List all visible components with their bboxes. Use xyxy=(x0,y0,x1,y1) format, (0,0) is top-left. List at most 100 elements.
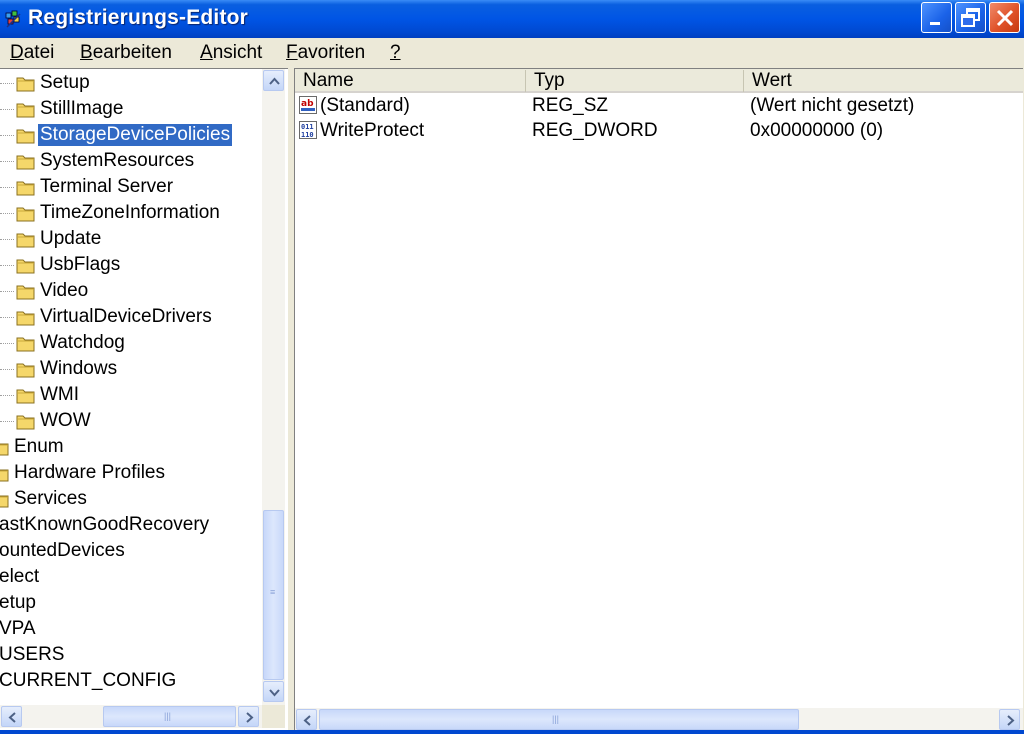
tree-connector xyxy=(0,291,14,292)
tree-connector xyxy=(0,213,14,214)
svg-text:ab: ab xyxy=(301,99,314,109)
folder-icon xyxy=(16,101,36,118)
tree-item[interactable]: Terminal Server xyxy=(0,175,262,201)
tree-item-label: USERS xyxy=(0,644,65,665)
tree-item[interactable]: VPA xyxy=(0,617,262,643)
values-list[interactable]: Name Typ Wert ab (Standard) REG_SZ (Wert… xyxy=(294,68,1023,731)
close-button[interactable] xyxy=(989,2,1020,33)
chevron-right-icon xyxy=(1007,715,1015,726)
folder-icon xyxy=(0,439,10,456)
tree-item[interactable]: VirtualDeviceDrivers xyxy=(0,305,262,331)
binary-value-icon: 011 110 xyxy=(299,121,317,139)
tree-item[interactable]: Watchdog xyxy=(0,331,262,357)
restore-button[interactable] xyxy=(955,2,986,33)
value-row[interactable]: ab (Standard) REG_SZ (Wert nicht gesetzt… xyxy=(295,94,1023,119)
folder-icon xyxy=(16,153,36,170)
folder-icon xyxy=(16,231,36,248)
tree-item-selected[interactable]: StorageDevicePolicies xyxy=(0,123,262,149)
value-data: 0x00000000 (0) xyxy=(750,120,884,141)
tree-connector xyxy=(0,83,14,84)
column-header-type[interactable]: Typ xyxy=(526,70,744,92)
tree-item-label: SystemResources xyxy=(40,150,195,171)
chevron-down-icon xyxy=(269,689,280,697)
chevron-left-icon xyxy=(303,715,311,726)
tree-item-label: VPA xyxy=(0,618,36,639)
tree-item-label: astKnownGoodRecovery xyxy=(0,514,210,535)
value-row[interactable]: 011 110 WriteProtect REG_DWORD 0x0000000… xyxy=(295,119,1023,144)
tree-item[interactable]: Windows xyxy=(0,357,262,383)
folder-icon xyxy=(0,465,10,482)
column-header-name[interactable]: Name xyxy=(295,70,526,92)
list-horizontal-scrollbar[interactable]: ||| xyxy=(295,708,1023,731)
tree-item[interactable]: Setup xyxy=(0,71,262,97)
tree-item[interactable]: Enum xyxy=(0,435,262,461)
tree-connector xyxy=(0,239,14,240)
tree-connector xyxy=(0,343,14,344)
title-bar[interactable]: Registrierungs-Editor xyxy=(0,0,1024,38)
regedit-app-icon[interactable] xyxy=(4,9,24,29)
tree-item[interactable]: Hardware Profiles xyxy=(0,461,262,487)
tree-item-label: Video xyxy=(40,280,89,301)
tree-vertical-scrollbar[interactable]: ≡ xyxy=(262,69,285,705)
tree-horizontal-scroll-thumb[interactable]: ||| xyxy=(103,706,236,727)
minimize-button[interactable] xyxy=(921,2,952,33)
folder-icon xyxy=(16,127,36,144)
tree-item-label: StorageDevicePolicies xyxy=(36,123,234,147)
folder-icon xyxy=(16,413,36,430)
tree-item[interactable]: TimeZoneInformation xyxy=(0,201,262,227)
tree-item[interactable]: elect xyxy=(0,565,262,591)
tree-item-label: Hardware Profiles xyxy=(14,462,165,483)
tree-item[interactable]: etup xyxy=(0,591,262,617)
tree-horizontal-scrollbar[interactable]: ||| xyxy=(0,705,262,728)
registry-tree[interactable]: Setup StillImage StorageDevicePolicies Syst… xyxy=(0,68,288,731)
tree-item[interactable]: CURRENT_CONFIG xyxy=(0,669,262,695)
tree-item[interactable]: Video xyxy=(0,279,262,305)
scroll-right-button[interactable] xyxy=(238,706,259,727)
tree-item-label: etup xyxy=(0,592,36,613)
scroll-left-button[interactable] xyxy=(296,709,317,730)
folder-icon xyxy=(16,387,36,404)
menu-help-accel: ? xyxy=(390,42,401,63)
menu-ansicht[interactable]: Ansicht xyxy=(200,42,262,64)
menu-datei-label: atei xyxy=(23,42,55,63)
tree-connector xyxy=(0,265,14,266)
tree-item[interactable]: Update xyxy=(0,227,262,253)
folder-icon xyxy=(16,309,36,326)
tree-connector xyxy=(0,369,14,370)
tree-item[interactable]: ountedDevices xyxy=(0,539,262,565)
scrollbar-corner xyxy=(262,705,285,728)
tree-item[interactable]: USERS xyxy=(0,643,262,669)
menu-bearbeiten[interactable]: Bearbeiten xyxy=(80,42,172,64)
scroll-up-button[interactable] xyxy=(263,70,284,91)
tree-item[interactable]: WOW xyxy=(0,409,262,435)
chevron-left-icon xyxy=(8,712,16,723)
list-horizontal-scroll-thumb[interactable]: ||| xyxy=(319,709,799,730)
menu-favoriten[interactable]: Favoriten xyxy=(286,42,365,64)
scroll-left-button[interactable] xyxy=(1,706,22,727)
menu-favoriten-label: avoriten xyxy=(297,42,366,63)
tree-item[interactable]: astKnownGoodRecovery xyxy=(0,513,262,539)
menu-bearbeiten-accel: B xyxy=(80,42,93,63)
grip-icon: ||| xyxy=(552,714,560,724)
tree-item[interactable]: Services xyxy=(0,487,262,513)
restore-icon xyxy=(961,8,980,27)
menu-datei[interactable]: Datei xyxy=(10,42,54,64)
tree-vertical-scroll-thumb[interactable]: ≡ xyxy=(263,510,284,680)
scroll-right-button[interactable] xyxy=(999,709,1020,730)
tree-item[interactable]: StillImage xyxy=(0,97,262,123)
tree-connector xyxy=(0,187,14,188)
menu-help[interactable]: ? xyxy=(390,42,401,64)
tree-item[interactable]: WMI xyxy=(0,383,262,409)
string-value-icon: ab xyxy=(299,96,317,114)
tree-item-label: WMI xyxy=(40,384,80,405)
tree-item[interactable]: UsbFlags xyxy=(0,253,262,279)
tree-connector xyxy=(0,317,14,318)
tree-item-label: Update xyxy=(40,228,102,249)
scroll-down-button[interactable] xyxy=(263,681,284,702)
menu-bar: Datei Bearbeiten Ansicht Favoriten ? xyxy=(0,38,1024,66)
tree-item-label: Terminal Server xyxy=(40,176,174,197)
column-header-value[interactable]: Wert xyxy=(744,70,1023,92)
tree-item[interactable]: SystemResources xyxy=(0,149,262,175)
tree-item-label: WOW xyxy=(40,410,91,431)
tree-item-label: VirtualDeviceDrivers xyxy=(40,306,212,327)
